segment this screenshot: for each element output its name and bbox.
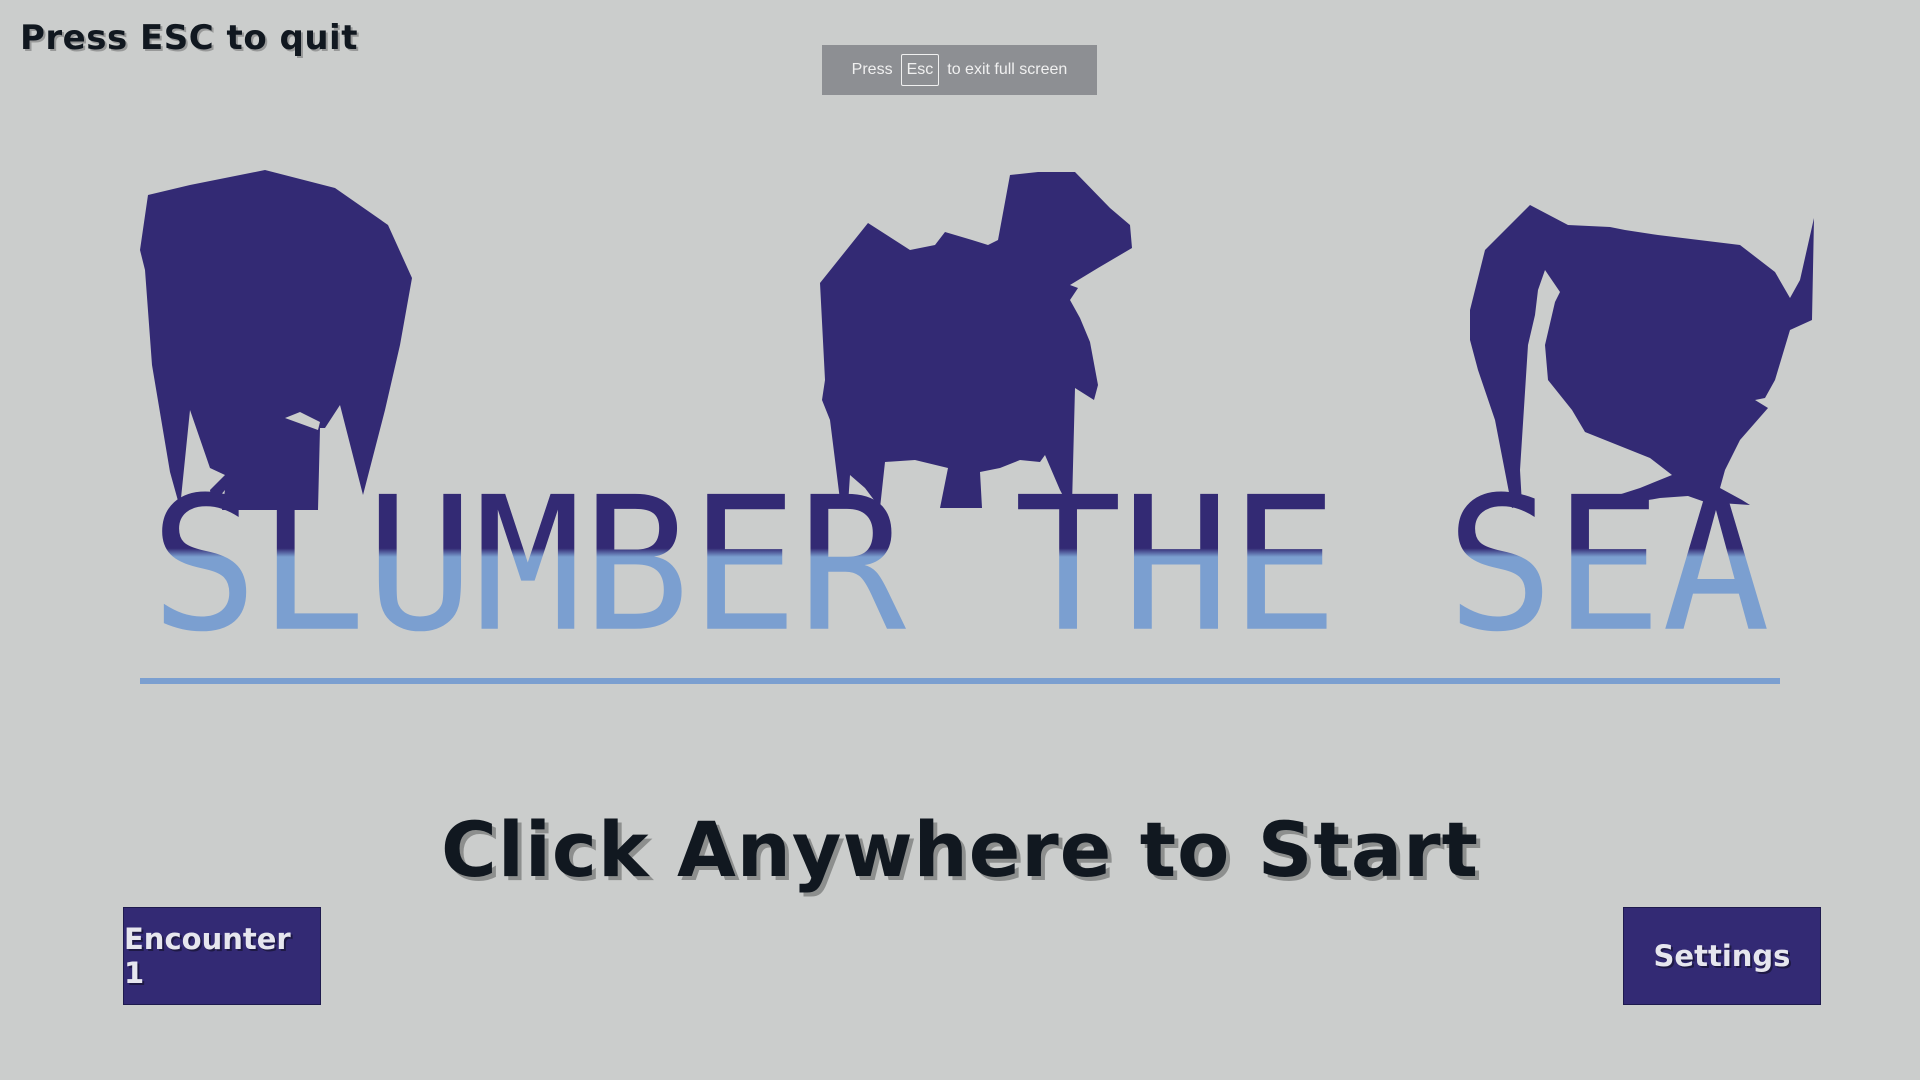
- game-title: SLUMBER THE SEA: [150, 458, 1770, 673]
- title-art: SLUMBER THE SEA: [140, 170, 1814, 684]
- settings-button[interactable]: Settings: [1623, 907, 1821, 1005]
- title-screen[interactable]: Press ESC to quit Press Esc to exit full…: [0, 0, 1920, 1080]
- encounter-1-button[interactable]: Encounter 1: [123, 907, 321, 1005]
- title-underline: [140, 678, 1780, 684]
- start-prompt: Click Anywhere to Start: [441, 805, 1479, 894]
